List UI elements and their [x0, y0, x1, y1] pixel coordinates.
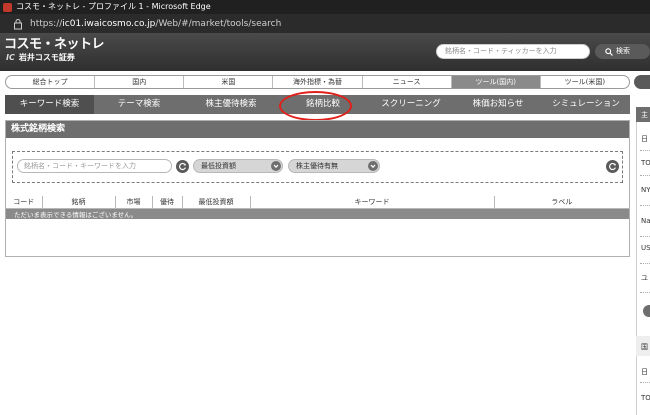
divider [640, 150, 650, 151]
right-panel-text: 国 [641, 343, 648, 351]
benefit-filter-select[interactable]: 株主優待有無 [288, 159, 380, 173]
min-investment-select[interactable]: 最低投資額 [193, 159, 283, 173]
empty-message: ただいま表示できる情報はございません。 [6, 208, 629, 219]
gnav-item-tools-us[interactable]: ツール(米国) [541, 76, 629, 88]
gnav-item-top[interactable]: 総合トップ [6, 76, 96, 88]
chevron-down-icon [271, 161, 281, 171]
table-row: ただいま表示できる情報はございません。 [6, 208, 629, 219]
divider [640, 175, 650, 176]
subnav-benefit-search[interactable]: 株主優待検索 [184, 95, 278, 114]
url-prefix: https:// [30, 18, 63, 29]
right-panel-text: US [641, 244, 650, 252]
logo-mark: IC [6, 53, 15, 62]
url-host: ic01.iwaicosmo.co.jp [62, 18, 156, 29]
col-market[interactable]: 市場 [115, 196, 153, 209]
benefit-filter-label: 株主優待有無 [296, 162, 338, 170]
search-button-label: 検索 [616, 47, 630, 55]
gnav-item-news[interactable]: ニュース [363, 76, 452, 88]
gnav-item-overseas[interactable]: 海外指標・為替 [273, 76, 363, 88]
red-highlight-circle [279, 91, 352, 121]
logo-text: コスモ・ネットレ [4, 37, 105, 52]
right-panel-text: Na [641, 217, 650, 225]
right-panel-text: 主 [641, 111, 648, 119]
right-panel-text: 日 [641, 368, 648, 376]
subnav-simulation[interactable]: シミュレーション [542, 95, 630, 114]
results-table: コード 銘柄 市場 優待 最低投資額 キーワード ラベル ただいま表示できる情報… [6, 196, 629, 219]
panel-title: 株式銘柄検索 [6, 121, 629, 138]
url-path: /Web/#/market/tools/search [155, 18, 282, 29]
address-bar[interactable]: https:// ic01.iwaicosmo.co.jp /Web/#/mar… [0, 14, 650, 33]
lock-icon[interactable] [12, 18, 24, 30]
gnav-item-tools-domestic[interactable]: ツール(国内) [451, 76, 541, 88]
header-search-button[interactable]: 検索 [595, 44, 650, 59]
window-title-bar: コスモ・ネットレ - プロファイル 1 - Microsoft Edge [0, 0, 650, 14]
right-panel-text: TO [641, 159, 650, 167]
gnav-extra-button[interactable] [634, 75, 650, 89]
col-label[interactable]: ラベル [494, 196, 629, 209]
header-search-input[interactable]: 銘柄名・コード・ティッカーを入力 [436, 44, 590, 59]
window-title: コスモ・ネットレ - プロファイル 1 - Microsoft Edge [16, 2, 211, 11]
col-code[interactable]: コード [6, 196, 43, 209]
right-panel-text: TO [641, 394, 650, 402]
site-favicon-icon [3, 2, 12, 12]
logo-subtext: IC 岩井コスモ証券 [4, 53, 104, 63]
col-keyword[interactable]: キーワード [250, 196, 495, 209]
refresh-icon[interactable] [176, 160, 189, 173]
divider [640, 205, 650, 206]
search-icon [605, 47, 613, 56]
col-name[interactable]: 銘柄 [42, 196, 116, 209]
subnav-keyword-search[interactable]: キーワード検索 [5, 95, 94, 114]
col-min-investment[interactable]: 最低投資額 [182, 196, 251, 209]
gnav-item-us[interactable]: 米国 [184, 76, 274, 88]
global-nav: 総合トップ 国内 米国 海外指標・為替 ニュース ツール(国内) ツール(米国) [5, 75, 630, 89]
right-panel-button[interactable] [643, 305, 650, 317]
right-panel-text: NY [641, 186, 650, 194]
subnav-theme-search[interactable]: テーマ検索 [94, 95, 184, 114]
divider [640, 292, 650, 293]
col-benefit[interactable]: 優待 [152, 196, 183, 209]
keyword-input[interactable]: 銘柄名・コード・キーワードを入力 [17, 159, 172, 173]
subnav-screening[interactable]: スクリーニング [368, 95, 454, 114]
chevron-down-icon [368, 161, 378, 171]
right-panel-text: 日 [641, 135, 648, 143]
min-investment-label: 最低投資額 [201, 162, 236, 170]
refresh-icon[interactable] [606, 160, 619, 173]
subnav-price-alert[interactable]: 株価お知らせ [454, 95, 542, 114]
logo-company: 岩井コスモ証券 [18, 53, 75, 62]
gnav-item-domestic[interactable]: 国内 [95, 76, 185, 88]
stock-search-panel: 株式銘柄検索 銘柄名・コード・キーワードを入力 最低投資額 株主優待有無 コード… [5, 120, 630, 257]
right-panel-text: ユ [641, 274, 648, 282]
site-logo[interactable]: コスモ・ネットレ IC 岩井コスモ証券 [4, 37, 105, 63]
divider [640, 236, 650, 237]
divider [640, 263, 650, 264]
divider [640, 382, 650, 383]
filter-row: 銘柄名・コード・キーワードを入力 最低投資額 株主優待有無 [12, 151, 623, 183]
